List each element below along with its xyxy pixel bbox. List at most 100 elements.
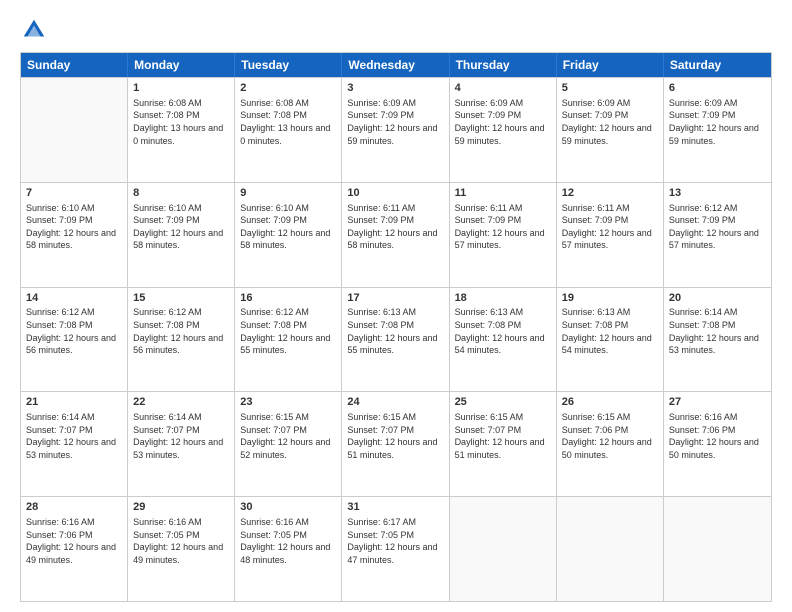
day-number: 20 [669, 291, 766, 306]
cell-info: Sunrise: 6:17 AMSunset: 7:05 PMDaylight:… [347, 516, 443, 566]
cell-info: Sunrise: 6:13 AMSunset: 7:08 PMDaylight:… [455, 306, 551, 356]
day-number: 1 [133, 81, 229, 96]
cell-info: Sunrise: 6:09 AMSunset: 7:09 PMDaylight:… [562, 97, 658, 147]
cell-info: Sunrise: 6:09 AMSunset: 7:09 PMDaylight:… [347, 97, 443, 147]
calendar-header-cell: Saturday [664, 53, 771, 77]
day-number: 29 [133, 500, 229, 515]
calendar-week: 14Sunrise: 6:12 AMSunset: 7:08 PMDayligh… [21, 287, 771, 392]
day-number: 22 [133, 395, 229, 410]
calendar-week: 21Sunrise: 6:14 AMSunset: 7:07 PMDayligh… [21, 391, 771, 496]
day-number: 3 [347, 81, 443, 96]
calendar-cell: 27Sunrise: 6:16 AMSunset: 7:06 PMDayligh… [664, 392, 771, 496]
calendar-cell: 26Sunrise: 6:15 AMSunset: 7:06 PMDayligh… [557, 392, 664, 496]
calendar-cell: 2Sunrise: 6:08 AMSunset: 7:08 PMDaylight… [235, 78, 342, 182]
calendar-cell [664, 497, 771, 601]
calendar-cell: 18Sunrise: 6:13 AMSunset: 7:08 PMDayligh… [450, 288, 557, 392]
calendar-week: 7Sunrise: 6:10 AMSunset: 7:09 PMDaylight… [21, 182, 771, 287]
cell-info: Sunrise: 6:15 AMSunset: 7:07 PMDaylight:… [455, 411, 551, 461]
calendar-cell: 12Sunrise: 6:11 AMSunset: 7:09 PMDayligh… [557, 183, 664, 287]
header [20, 16, 772, 44]
calendar-cell: 10Sunrise: 6:11 AMSunset: 7:09 PMDayligh… [342, 183, 449, 287]
calendar-cell: 8Sunrise: 6:10 AMSunset: 7:09 PMDaylight… [128, 183, 235, 287]
day-number: 25 [455, 395, 551, 410]
calendar-cell [557, 497, 664, 601]
day-number: 27 [669, 395, 766, 410]
day-number: 28 [26, 500, 122, 515]
calendar-cell: 17Sunrise: 6:13 AMSunset: 7:08 PMDayligh… [342, 288, 449, 392]
calendar-cell: 23Sunrise: 6:15 AMSunset: 7:07 PMDayligh… [235, 392, 342, 496]
day-number: 17 [347, 291, 443, 306]
cell-info: Sunrise: 6:16 AMSunset: 7:05 PMDaylight:… [240, 516, 336, 566]
cell-info: Sunrise: 6:11 AMSunset: 7:09 PMDaylight:… [455, 202, 551, 252]
calendar-cell: 19Sunrise: 6:13 AMSunset: 7:08 PMDayligh… [557, 288, 664, 392]
cell-info: Sunrise: 6:12 AMSunset: 7:08 PMDaylight:… [26, 306, 122, 356]
calendar-header-cell: Thursday [450, 53, 557, 77]
calendar-cell: 22Sunrise: 6:14 AMSunset: 7:07 PMDayligh… [128, 392, 235, 496]
calendar-cell: 29Sunrise: 6:16 AMSunset: 7:05 PMDayligh… [128, 497, 235, 601]
cell-info: Sunrise: 6:09 AMSunset: 7:09 PMDaylight:… [455, 97, 551, 147]
cell-info: Sunrise: 6:08 AMSunset: 7:08 PMDaylight:… [240, 97, 336, 147]
calendar-cell: 24Sunrise: 6:15 AMSunset: 7:07 PMDayligh… [342, 392, 449, 496]
cell-info: Sunrise: 6:08 AMSunset: 7:08 PMDaylight:… [133, 97, 229, 147]
calendar-cell: 11Sunrise: 6:11 AMSunset: 7:09 PMDayligh… [450, 183, 557, 287]
cell-info: Sunrise: 6:15 AMSunset: 7:06 PMDaylight:… [562, 411, 658, 461]
calendar-cell: 14Sunrise: 6:12 AMSunset: 7:08 PMDayligh… [21, 288, 128, 392]
calendar-cell: 5Sunrise: 6:09 AMSunset: 7:09 PMDaylight… [557, 78, 664, 182]
calendar-header-cell: Monday [128, 53, 235, 77]
day-number: 14 [26, 291, 122, 306]
cell-info: Sunrise: 6:13 AMSunset: 7:08 PMDaylight:… [562, 306, 658, 356]
cell-info: Sunrise: 6:10 AMSunset: 7:09 PMDaylight:… [240, 202, 336, 252]
calendar-week: 28Sunrise: 6:16 AMSunset: 7:06 PMDayligh… [21, 496, 771, 601]
cell-info: Sunrise: 6:15 AMSunset: 7:07 PMDaylight:… [240, 411, 336, 461]
day-number: 23 [240, 395, 336, 410]
calendar-cell: 30Sunrise: 6:16 AMSunset: 7:05 PMDayligh… [235, 497, 342, 601]
calendar-cell: 7Sunrise: 6:10 AMSunset: 7:09 PMDaylight… [21, 183, 128, 287]
day-number: 21 [26, 395, 122, 410]
day-number: 10 [347, 186, 443, 201]
calendar-cell: 16Sunrise: 6:12 AMSunset: 7:08 PMDayligh… [235, 288, 342, 392]
cell-info: Sunrise: 6:11 AMSunset: 7:09 PMDaylight:… [562, 202, 658, 252]
cell-info: Sunrise: 6:12 AMSunset: 7:09 PMDaylight:… [669, 202, 766, 252]
day-number: 4 [455, 81, 551, 96]
calendar-cell: 4Sunrise: 6:09 AMSunset: 7:09 PMDaylight… [450, 78, 557, 182]
calendar-cell: 9Sunrise: 6:10 AMSunset: 7:09 PMDaylight… [235, 183, 342, 287]
cell-info: Sunrise: 6:12 AMSunset: 7:08 PMDaylight:… [133, 306, 229, 356]
calendar-cell [450, 497, 557, 601]
calendar: SundayMondayTuesdayWednesdayThursdayFrid… [20, 52, 772, 602]
calendar-header-cell: Friday [557, 53, 664, 77]
day-number: 9 [240, 186, 336, 201]
logo-icon [20, 16, 48, 44]
day-number: 8 [133, 186, 229, 201]
day-number: 6 [669, 81, 766, 96]
calendar-cell: 25Sunrise: 6:15 AMSunset: 7:07 PMDayligh… [450, 392, 557, 496]
logo [20, 16, 52, 44]
calendar-header-row: SundayMondayTuesdayWednesdayThursdayFrid… [21, 53, 771, 77]
calendar-cell: 6Sunrise: 6:09 AMSunset: 7:09 PMDaylight… [664, 78, 771, 182]
cell-info: Sunrise: 6:09 AMSunset: 7:09 PMDaylight:… [669, 97, 766, 147]
calendar-cell [21, 78, 128, 182]
calendar-week: 1Sunrise: 6:08 AMSunset: 7:08 PMDaylight… [21, 77, 771, 182]
day-number: 2 [240, 81, 336, 96]
cell-info: Sunrise: 6:12 AMSunset: 7:08 PMDaylight:… [240, 306, 336, 356]
calendar-cell: 21Sunrise: 6:14 AMSunset: 7:07 PMDayligh… [21, 392, 128, 496]
day-number: 7 [26, 186, 122, 201]
cell-info: Sunrise: 6:13 AMSunset: 7:08 PMDaylight:… [347, 306, 443, 356]
cell-info: Sunrise: 6:10 AMSunset: 7:09 PMDaylight:… [26, 202, 122, 252]
day-number: 19 [562, 291, 658, 306]
cell-info: Sunrise: 6:14 AMSunset: 7:07 PMDaylight:… [26, 411, 122, 461]
calendar-header-cell: Sunday [21, 53, 128, 77]
calendar-cell: 28Sunrise: 6:16 AMSunset: 7:06 PMDayligh… [21, 497, 128, 601]
day-number: 16 [240, 291, 336, 306]
page: SundayMondayTuesdayWednesdayThursdayFrid… [0, 0, 792, 612]
day-number: 26 [562, 395, 658, 410]
calendar-cell: 31Sunrise: 6:17 AMSunset: 7:05 PMDayligh… [342, 497, 449, 601]
cell-info: Sunrise: 6:14 AMSunset: 7:07 PMDaylight:… [133, 411, 229, 461]
day-number: 30 [240, 500, 336, 515]
cell-info: Sunrise: 6:16 AMSunset: 7:05 PMDaylight:… [133, 516, 229, 566]
cell-info: Sunrise: 6:11 AMSunset: 7:09 PMDaylight:… [347, 202, 443, 252]
day-number: 13 [669, 186, 766, 201]
calendar-cell: 3Sunrise: 6:09 AMSunset: 7:09 PMDaylight… [342, 78, 449, 182]
cell-info: Sunrise: 6:16 AMSunset: 7:06 PMDaylight:… [26, 516, 122, 566]
calendar-cell: 1Sunrise: 6:08 AMSunset: 7:08 PMDaylight… [128, 78, 235, 182]
calendar-cell: 13Sunrise: 6:12 AMSunset: 7:09 PMDayligh… [664, 183, 771, 287]
